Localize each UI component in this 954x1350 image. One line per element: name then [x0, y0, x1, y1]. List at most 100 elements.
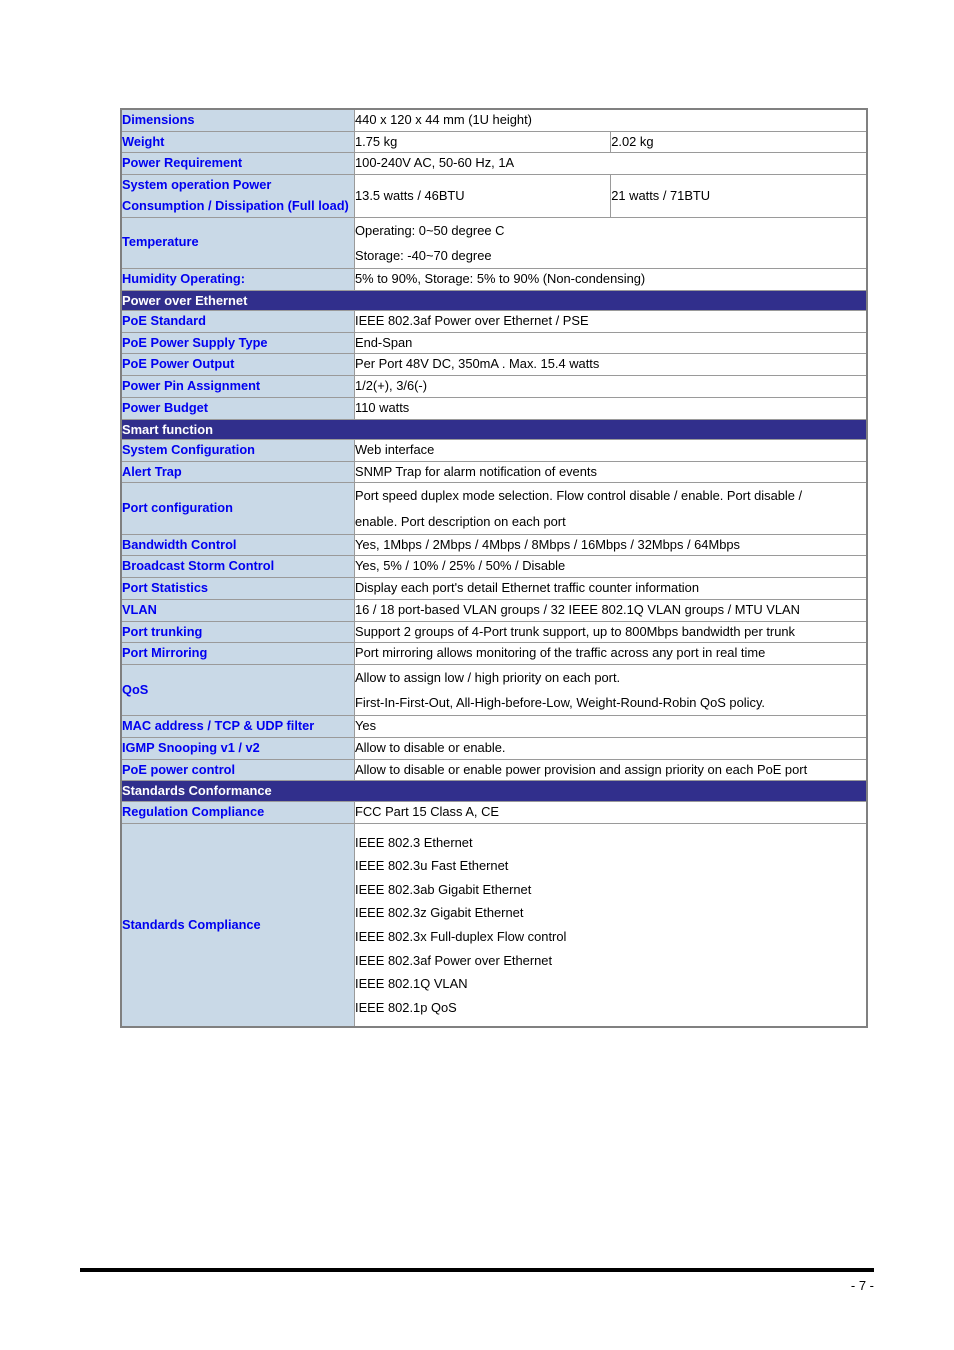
- spec-value: Support 2 groups of 4-Port trunk support…: [354, 620, 868, 644]
- spec-value: SNMP Trap for alarm notification of even…: [354, 460, 868, 484]
- spec-label: Power Budget: [120, 396, 355, 420]
- spec-row: Weight 1.75 kg 2.02 kg: [120, 130, 868, 154]
- section-header-label: Standards Conformance: [120, 780, 868, 802]
- spec-row: Power Budget 110 watts: [120, 396, 868, 420]
- spec-row: Port Statistics Display each port's detai…: [120, 577, 868, 600]
- spec-row: Temperature Operating: 0~50 degree C Stora…: [120, 216, 868, 269]
- spec-label: System Configuration: [120, 438, 355, 462]
- spec-row: Power Requirement 100-240V AC, 50-60 Hz, …: [120, 152, 868, 176]
- spec-value: 1.75 kg: [353, 130, 612, 154]
- spec-row: System operation Power Consumption / Dis…: [120, 174, 868, 218]
- spec-label: Port Statistics: [120, 577, 355, 600]
- spec-value-line: Port speed duplex mode selection. Flow c…: [355, 488, 803, 504]
- spec-row: Power Pin Assignment 1/2(+), 3/6(-): [120, 375, 868, 398]
- spec-value-line: IEEE 802.3u Fast Ethernet: [355, 858, 509, 874]
- section-header-label: Smart function: [120, 418, 868, 440]
- specifications-table: Dimensions 440 x 120 x 44 mm (1U height) W…: [120, 108, 868, 1029]
- spec-value-line: IEEE 802.3 Ethernet: [355, 834, 473, 850]
- spec-label: Power Requirement: [120, 152, 355, 176]
- spec-label: Dimensions: [120, 108, 355, 132]
- spec-row: Standards Compliance IEEE 802.3 Ethernet I…: [120, 822, 868, 1028]
- footer-divider: [80, 1268, 874, 1272]
- spec-row: MAC address / TCP & UDP filter Yes: [120, 715, 868, 739]
- spec-row: Port configuration Port speed duplex mode…: [120, 482, 868, 535]
- spec-row: QoS Allow to assign low / high priority o…: [120, 663, 868, 717]
- specifications-table-body: Dimensions 440 x 120 x 44 mm (1U height) W…: [120, 108, 868, 1028]
- spec-value: 440 x 120 x 44 mm (1U height): [354, 108, 868, 132]
- spec-value: Web interface: [354, 438, 868, 462]
- spec-value: End-Span: [354, 331, 868, 355]
- spec-value: Yes, 5% / 10% / 25% / 50% / Disable: [354, 555, 868, 579]
- spec-label: PoE Power Output: [120, 353, 355, 377]
- spec-value: Operating: 0~50 degree C Storage: -40~70 …: [354, 216, 868, 269]
- spec-value-line: IEEE 802.1p QoS: [355, 999, 457, 1015]
- spec-row: Port Mirroring Port mirroring allows moni…: [120, 642, 868, 665]
- spec-value-line: IEEE 802.3af Power over Ethernet: [355, 952, 553, 968]
- spec-value: IEEE 802.3af Power over Ethernet / PSE: [354, 309, 868, 333]
- section-header-row: Power over Ethernet: [120, 289, 868, 311]
- spec-label: Weight: [120, 130, 355, 154]
- section-header-label: Power over Ethernet: [120, 289, 868, 311]
- spec-label: QoS: [120, 663, 355, 717]
- spec-value-line: Operating: 0~50 degree C: [355, 222, 505, 238]
- spec-value-line: IEEE 802.3x Full-duplex Flow control: [355, 928, 567, 944]
- spec-label: PoE Power Supply Type: [120, 331, 355, 355]
- spec-value: Display each port's detail Ethernet traf…: [354, 577, 868, 600]
- spec-label: Port trunking: [120, 620, 355, 644]
- spec-value: 13.5 watts / 46BTU: [353, 174, 612, 218]
- spec-value: 5% to 90%, Storage: 5% to 90% (Non-conde…: [354, 267, 868, 291]
- spec-label: Regulation Compliance: [120, 800, 355, 824]
- spec-label: VLAN: [120, 598, 355, 622]
- spec-value-line: Allow to assign low / high priority on e…: [355, 670, 621, 685]
- spec-value-line: enable. Port description on each port: [355, 513, 566, 529]
- spec-row: Dimensions 440 x 120 x 44 mm (1U height): [120, 108, 868, 132]
- spec-label: Bandwidth Control: [120, 533, 355, 557]
- spec-label: PoE power control: [120, 758, 355, 782]
- spec-value-line: IEEE 802.1Q VLAN: [355, 976, 468, 992]
- spec-row: PoE Standard IEEE 802.3af Power over Ethe…: [120, 309, 868, 333]
- spec-value: 100-240V AC, 50-60 Hz, 1A: [354, 152, 868, 176]
- spec-label: Port Mirroring: [120, 642, 355, 665]
- spec-row: PoE Power Supply Type End-Span: [120, 331, 868, 355]
- spec-value: Port speed duplex mode selection. Flow c…: [354, 482, 868, 535]
- spec-label: Port configuration: [120, 482, 355, 535]
- spec-row: Regulation Compliance FCC Part 15 Class A…: [120, 800, 868, 824]
- spec-row: PoE Power Output Per Port 48V DC, 350mA .…: [120, 353, 868, 377]
- section-header-row: Smart function: [120, 418, 868, 440]
- spec-label: Standards Compliance: [120, 822, 355, 1028]
- spec-value: Allow to assign low / high priority on e…: [354, 663, 868, 717]
- spec-row: Bandwidth Control Yes, 1Mbps / 2Mbps / 4M…: [120, 533, 868, 557]
- section-header-row: Standards Conformance: [120, 780, 868, 802]
- spec-value: 1/2(+), 3/6(-): [354, 375, 868, 398]
- spec-row: System Configuration Web interface: [120, 438, 868, 462]
- spec-value: IEEE 802.3 Ethernet IEEE 802.3u Fast Ethe…: [354, 822, 868, 1028]
- spec-value: Per Port 48V DC, 350mA . Max. 15.4 watts: [354, 353, 868, 377]
- spec-value: Allow to disable or enable power provisi…: [354, 758, 868, 782]
- spec-label: System operation Power Consumption / Dis…: [120, 174, 355, 218]
- spec-value: Yes, 1Mbps / 2Mbps / 4Mbps / 8Mbps / 16M…: [354, 533, 868, 557]
- spec-row: IGMP Snooping v1 / v2 Allow to disable or…: [120, 737, 868, 760]
- spec-label: Humidity Operating:: [120, 267, 355, 291]
- spec-label: Temperature: [120, 216, 355, 269]
- spec-label: MAC address / TCP & UDP filter: [120, 715, 355, 739]
- specifications-table-container: Dimensions 440 x 120 x 44 mm (1U height) W…: [120, 108, 868, 1029]
- spec-row: VLAN 16 / 18 port-based VLAN groups / 32 …: [120, 598, 868, 622]
- spec-label: PoE Standard: [120, 309, 355, 333]
- spec-label: Alert Trap: [120, 460, 355, 484]
- spec-value-line: IEEE 802.3z Gigabit Ethernet: [355, 905, 524, 921]
- spec-value-secondary: 2.02 kg: [610, 130, 868, 154]
- spec-value-line: IEEE 802.3ab Gigabit Ethernet: [355, 881, 532, 897]
- spec-label: Power Pin Assignment: [120, 375, 355, 398]
- spec-value: Port mirroring allows monitoring of the …: [354, 642, 868, 665]
- spec-row: PoE power control Allow to disable or ena…: [120, 758, 868, 782]
- spec-value: Yes: [354, 715, 868, 739]
- spec-value-secondary: 21 watts / 71BTU: [610, 174, 868, 218]
- spec-value-line: Storage: -40~70 degree: [355, 247, 492, 263]
- spec-row: Humidity Operating: 5% to 90%, Storage: 5…: [120, 267, 868, 291]
- spec-value: FCC Part 15 Class A, CE: [354, 800, 868, 824]
- page-number: - 7 -: [850, 1278, 874, 1293]
- spec-label: IGMP Snooping v1 / v2: [120, 737, 355, 760]
- spec-value: Allow to disable or enable.: [354, 737, 868, 760]
- spec-value: 110 watts: [354, 396, 868, 420]
- spec-value: 16 / 18 port-based VLAN groups / 32 IEEE…: [354, 598, 868, 622]
